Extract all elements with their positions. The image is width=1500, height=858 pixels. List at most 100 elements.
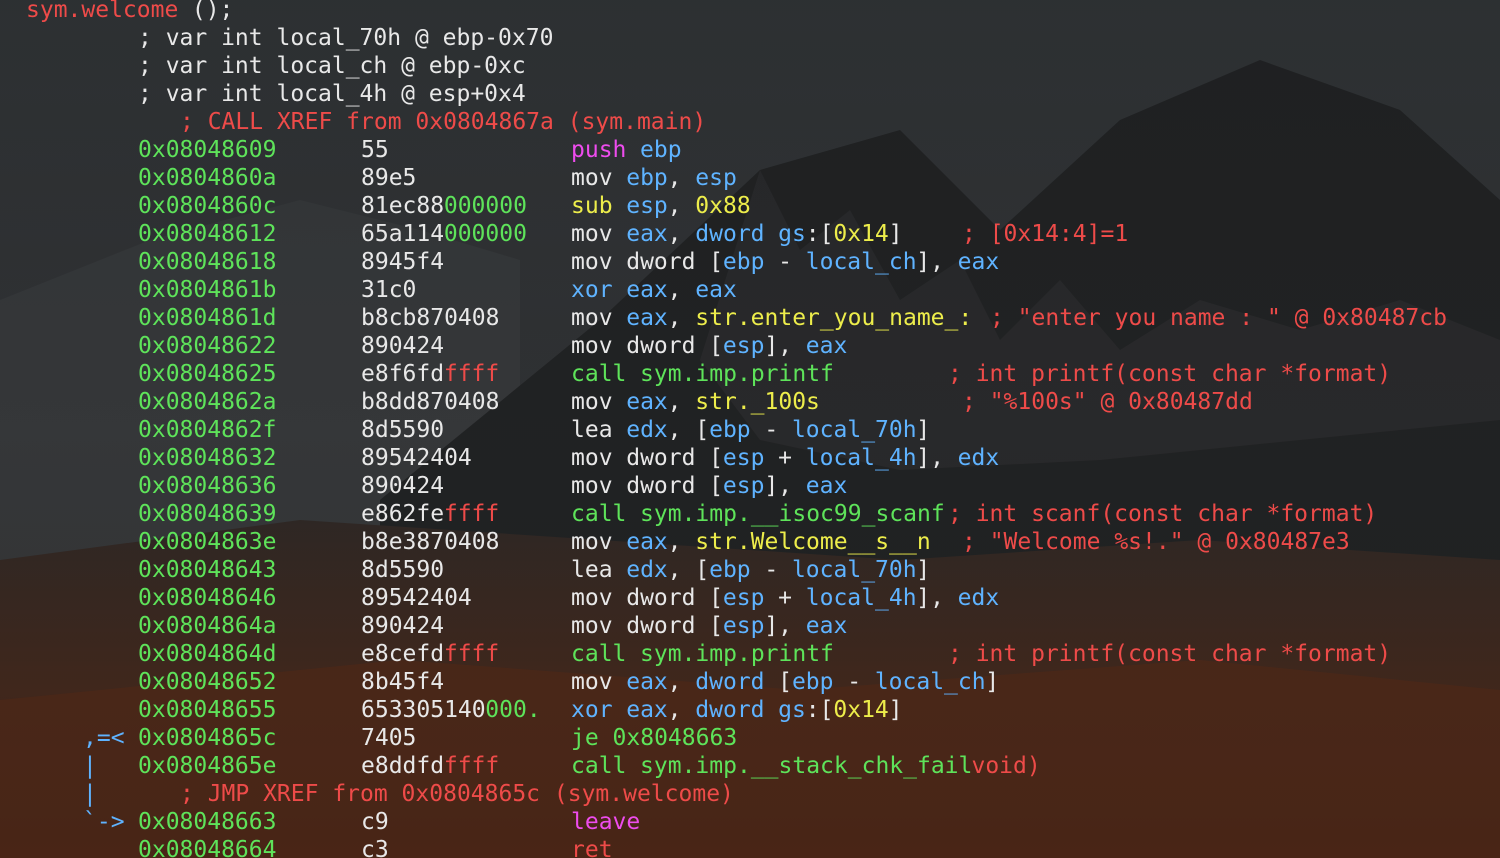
instruction-address[interactable]: 0x0804865e [138, 752, 276, 780]
asm-token: ], [764, 333, 806, 359]
asm-token: eax [626, 305, 668, 331]
instruction-address[interactable]: 0x08048643 [138, 556, 276, 584]
asm-token: sym.imp.printf [640, 641, 834, 667]
asm-token: ebp [709, 417, 751, 443]
asm-token: dword [695, 669, 779, 695]
instruction-address[interactable]: 0x0804860a [138, 164, 276, 192]
inline-comment: ; [0x14:4]=1 [962, 221, 1129, 247]
asm-token: mov [571, 445, 627, 471]
asm-token: [ [695, 557, 710, 583]
opcode-bytes: 89542404 [361, 445, 472, 471]
asm-token: mov [571, 585, 627, 611]
instruction-address[interactable]: 0x08048646 [138, 584, 276, 612]
asm-token: , [667, 669, 696, 695]
asm-token: , [667, 529, 696, 555]
function-signature-suffix: (); [178, 0, 234, 23]
instruction-address[interactable]: 0x08048622 [138, 332, 276, 360]
instruction-address[interactable]: 0x08048652 [138, 668, 276, 696]
instruction-address[interactable]: 0x0804861b [138, 276, 276, 304]
asm-token: edx [957, 445, 1000, 471]
asm-token: [ [695, 417, 710, 443]
asm-token: eax [805, 333, 848, 359]
asm-token: call [571, 641, 641, 667]
instruction-address[interactable]: 0x0804864a [138, 612, 276, 640]
instruction-address[interactable]: 0x08048655 [138, 696, 276, 724]
instruction-row: 0x08048625 e8f6fd ffff call sym.imp.printf;… [0, 360, 1500, 388]
instruction-row: 0x08048618 8945f4 mov dword [ebp - local_c… [0, 248, 1500, 276]
instruction-address[interactable]: 0x0804865c [138, 724, 276, 752]
opcode-bytes: 890424 [361, 333, 445, 359]
asm-token: esp [722, 333, 765, 359]
asm-token: ] [888, 221, 903, 247]
instruction-address[interactable]: 0x08048612 [138, 220, 276, 248]
asm-token: lea [571, 557, 627, 583]
instruction-address[interactable]: 0x0804864d [138, 640, 276, 668]
instruction-row: 0x08048652 8b45f4 mov eax, dword [ebp - lo… [0, 668, 1500, 696]
asm-token: leave [571, 809, 641, 835]
instruction-row: 0x0804864a 890424 mov dword [esp], eax [0, 612, 1500, 640]
asm-token: , [667, 277, 696, 303]
asm-token: eax [626, 669, 668, 695]
disassembly-terminal[interactable]: sym.welcome (); ; var int local_70h @ eb… [0, 0, 1500, 858]
asm-token: mov [571, 333, 627, 359]
asm-token: dword [626, 585, 710, 611]
instruction-row: `-> 0x08048663 c9 leave [0, 808, 1500, 836]
instruction-row: 0x0804862a b8dd870408 mov eax, str._100s ; … [0, 388, 1500, 416]
instruction-address[interactable]: 0x08048639 [138, 500, 276, 528]
instruction-address[interactable]: 0x08048636 [138, 472, 276, 500]
instruction-address[interactable]: 0x08048663 [138, 808, 276, 836]
asm-token: mov [571, 529, 627, 555]
asm-token: + [764, 445, 806, 471]
asm-token: ], [764, 613, 806, 639]
instruction-address[interactable]: 0x0804860c [138, 192, 276, 220]
function-header: sym.welcome (); [0, 0, 233, 24]
instruction-address[interactable]: 0x0804862a [138, 388, 276, 416]
asm-token: [ [709, 445, 723, 471]
asm-token: [ [709, 473, 723, 499]
instruction-row: 0x0804860a 89e5 mov ebp, esp [0, 164, 1500, 192]
asm-token: local_4h [805, 585, 917, 611]
jump-arrow: `-> [83, 809, 125, 835]
asm-token: eax [626, 221, 668, 247]
asm-token: call [571, 501, 641, 527]
asm-token: :[ [805, 221, 834, 247]
opcode-bytes-tail: ffff [443, 753, 500, 779]
instruction-address[interactable]: 0x08048664 [138, 836, 276, 858]
asm-token: local_70h [791, 557, 917, 583]
asm-token: gs [778, 697, 806, 723]
instruction-address[interactable]: 0x08048609 [138, 136, 276, 164]
instruction-address[interactable]: 0x0804862f [138, 416, 276, 444]
asm-token: dword [626, 249, 710, 275]
opcode-bytes: 8b45f4 [361, 669, 445, 695]
asm-token: , [667, 193, 696, 219]
asm-token: eax [957, 249, 1000, 275]
jmp-xref-comment: | ; JMP XREF from 0x0804865c (sym.welcome… [0, 780, 1500, 808]
instruction-row: 0x0804861b 31c0 xor eax, eax [0, 276, 1500, 304]
instruction-address[interactable]: 0x08048618 [138, 248, 276, 276]
instruction-address[interactable]: 0x0804861d [138, 304, 276, 332]
asm-token: eax [805, 613, 848, 639]
opcode-bytes: b8cb870408 [361, 305, 500, 331]
instruction-address[interactable]: 0x08048625 [138, 360, 276, 388]
opcode-bytes: 890424 [361, 613, 445, 639]
instruction-address[interactable]: 0x0804863e [138, 528, 276, 556]
inline-comment: ; int scanf(const char *format) [948, 501, 1378, 527]
inline-comment: ; "%100s" @ 0x80487dd [962, 389, 1253, 415]
asm-token: dword [626, 473, 710, 499]
instruction-row: 0x08048646 89542404 mov dword [esp + local… [0, 584, 1500, 612]
asm-token: [ [709, 613, 723, 639]
asm-token: esp [626, 193, 668, 219]
instruction-address[interactable]: 0x08048632 [138, 444, 276, 472]
opcode-bytes: e862fe [361, 501, 445, 527]
asm-token: , [667, 697, 696, 723]
asm-token: , [667, 221, 696, 247]
asm-token: mov [571, 249, 627, 275]
instruction-row: 0x08048632 89542404 mov dword [esp + local… [0, 444, 1500, 472]
jump-arrow: | [83, 753, 97, 779]
opcode-bytes: e8f6fd [361, 361, 445, 387]
asm-token: dword [695, 221, 779, 247]
asm-token: dword [626, 613, 710, 639]
opcode-bytes-tail: 000000 [443, 193, 527, 219]
asm-token: mov [571, 613, 627, 639]
asm-token: - [833, 669, 875, 695]
